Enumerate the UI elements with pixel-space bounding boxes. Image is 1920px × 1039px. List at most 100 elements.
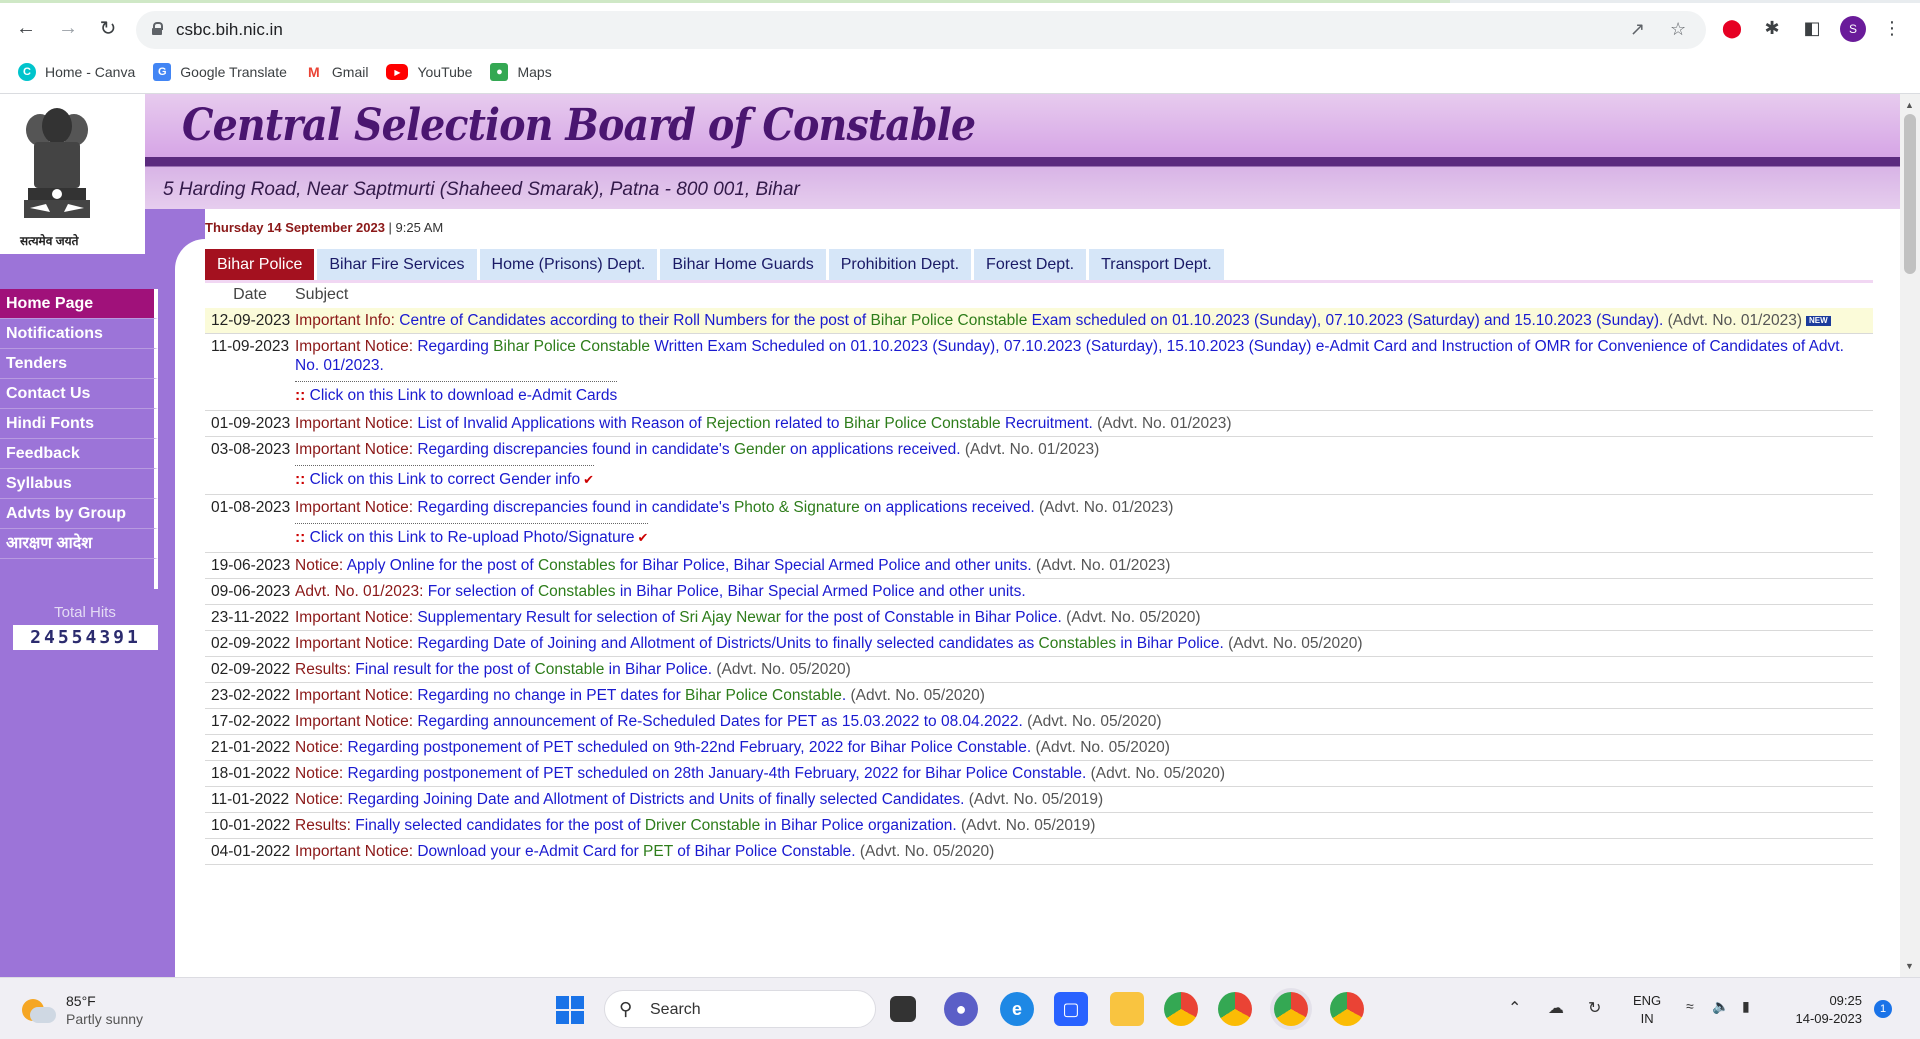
link-text[interactable]: List of Invalid Applications with Reason… — [413, 415, 706, 432]
notification-link[interactable]: Regarding Joining Date and Allotment of … — [343, 791, 965, 808]
page-scrollbar[interactable]: ▲ ▼ — [1900, 94, 1920, 977]
link-text[interactable]: For selection of — [423, 583, 538, 600]
sidebar-item-3[interactable]: Contact Us — [0, 379, 158, 409]
notification-link[interactable]: For selection of Constables in Bihar Pol… — [423, 583, 1026, 600]
system-clock[interactable]: 09:25 14-09-2023 — [1780, 992, 1863, 1028]
link-text[interactable]: Regarding postponement of PET scheduled … — [343, 739, 1032, 756]
microsoft-store-icon[interactable]: ▢ — [1054, 992, 1088, 1026]
wifi-icon[interactable]: ≈ — [1686, 998, 1694, 1014]
highlight-keyword[interactable]: Gender — [734, 441, 786, 458]
link-text[interactable]: Download your e-Admit Card for — [413, 843, 643, 860]
forward-arrow-icon[interactable]: → — [52, 12, 84, 44]
opera-extension-icon[interactable]: ⬤ — [1720, 16, 1744, 40]
highlight-keyword[interactable]: Bihar Police Constable — [493, 338, 650, 355]
sidebar-item-6[interactable]: Syllabus — [0, 469, 158, 499]
link-text[interactable]: Regarding Date of Joining and Allotment … — [413, 635, 1039, 652]
link-text[interactable]: on applications received. — [860, 499, 1035, 516]
link-text[interactable]: Regarding Joining Date and Allotment of … — [343, 791, 965, 808]
notification-link[interactable]: Regarding postponement of PET scheduled … — [343, 739, 1032, 756]
highlight-keyword[interactable]: Constables — [538, 583, 616, 600]
link-text[interactable]: in Bihar Police. — [1116, 635, 1223, 652]
share-icon[interactable]: ↗ — [1630, 19, 1645, 40]
tab-3[interactable]: Bihar Home Guards — [660, 249, 826, 280]
highlight-keyword[interactable]: Bihar Police Constable — [844, 415, 1001, 432]
profile-avatar[interactable]: S — [1840, 16, 1866, 42]
sub-link[interactable]: Click on this Link to correct Gender inf… — [310, 471, 581, 488]
side-panel-icon[interactable]: ◧ — [1800, 16, 1824, 40]
highlight-keyword[interactable]: Constables — [1039, 635, 1117, 652]
tab-2[interactable]: Home (Prisons) Dept. — [479, 249, 658, 280]
chrome-profile-2-icon[interactable] — [1218, 992, 1252, 1026]
scroll-up-arrow-icon[interactable]: ▲ — [1905, 100, 1914, 110]
link-text[interactable]: of Bihar Police Constable. — [673, 843, 855, 860]
notification-badge[interactable]: 1 — [1874, 1000, 1892, 1018]
sub-link[interactable]: Click on this Link to Re-upload Photo/Si… — [310, 529, 635, 546]
taskbar-search[interactable]: ⚲ Search — [604, 990, 876, 1028]
task-view-icon[interactable] — [890, 996, 916, 1022]
tab-5[interactable]: Forest Dept. — [974, 249, 1087, 280]
edge-browser-icon[interactable]: e — [1000, 992, 1034, 1026]
link-text[interactable]: Centre of Candidates according to their … — [395, 312, 871, 329]
link-text[interactable]: Exam scheduled on 01.10.2023 (Sunday), 0… — [1027, 312, 1664, 329]
link-text[interactable]: for the post of Constable in Bihar Polic… — [781, 609, 1062, 626]
link-text[interactable]: Regarding discrepancies found in candida… — [413, 499, 734, 516]
highlight-keyword[interactable]: Constables — [538, 557, 616, 574]
reload-icon[interactable]: ↻ — [92, 12, 124, 44]
link-text[interactable]: Final result for the post of — [351, 661, 535, 678]
tray-chevron-up-icon[interactable]: ⌃ — [1508, 998, 1521, 1018]
link-text[interactable]: Supplementary Result for selection of — [413, 609, 679, 626]
notification-link[interactable]: Regarding announcement of Re-Scheduled D… — [413, 713, 1023, 730]
sidebar-item-4[interactable]: Hindi Fonts — [0, 409, 158, 439]
language-indicator[interactable]: ENG IN — [1633, 992, 1661, 1028]
link-text[interactable]: in Bihar Police organization. — [760, 817, 957, 834]
sidebar-item-8[interactable]: आरक्षण आदेश — [0, 529, 158, 559]
scrollbar-thumb[interactable] — [1904, 114, 1916, 274]
link-text[interactable]: Finally selected candidates for the post… — [351, 817, 645, 834]
chrome-profile-4-icon[interactable] — [1330, 992, 1364, 1026]
notification-link[interactable]: Regarding discrepancies found in candida… — [413, 441, 960, 458]
link-text[interactable]: related to — [771, 415, 844, 432]
onedrive-cloud-icon[interactable]: ☁ — [1548, 998, 1564, 1018]
kebab-menu-icon[interactable]: ⋮ — [1880, 16, 1904, 40]
sidebar-item-2[interactable]: Tenders — [0, 349, 158, 379]
notification-link[interactable]: Regarding postponement of PET scheduled … — [343, 765, 1087, 782]
link-text[interactable]: Regarding postponement of PET scheduled … — [343, 765, 1087, 782]
notification-link[interactable]: Regarding Date of Joining and Allotment … — [413, 635, 1223, 652]
scroll-down-arrow-icon[interactable]: ▼ — [1905, 961, 1914, 971]
notification-link[interactable]: Finally selected candidates for the post… — [351, 817, 957, 834]
bookmark-google-translate[interactable]: G Google Translate — [153, 60, 287, 84]
address-bar[interactable]: csbc.bih.nic.in ↗ ☆ — [136, 11, 1706, 49]
bookmark-canva[interactable]: C Home - Canva — [18, 60, 135, 84]
notification-link[interactable]: Final result for the post of Constable i… — [351, 661, 712, 678]
link-text[interactable]: Recruitment. — [1001, 415, 1093, 432]
link-text[interactable]: Regarding — [413, 338, 493, 355]
sidebar-item-7[interactable]: Advts by Group — [0, 499, 158, 529]
highlight-keyword[interactable]: Photo & Signature — [734, 499, 860, 516]
notification-link[interactable]: Centre of Candidates according to their … — [395, 312, 1663, 329]
highlight-keyword[interactable]: PET — [643, 843, 673, 860]
extensions-puzzle-icon[interactable]: ✱ — [1760, 16, 1784, 40]
link-text[interactable]: for Bihar Police, Bihar Special Armed Po… — [616, 557, 1032, 574]
notification-link[interactable]: Regarding Bihar Police Constable Written… — [295, 338, 1844, 374]
bookmark-youtube[interactable]: ▶ YouTube — [386, 60, 472, 84]
bookmark-star-icon[interactable]: ☆ — [1670, 19, 1686, 40]
bookmark-maps[interactable]: ● Maps — [490, 60, 552, 84]
file-explorer-icon[interactable] — [1110, 992, 1144, 1026]
chrome-active-icon[interactable] — [1274, 992, 1308, 1026]
notification-link[interactable]: Download your e-Admit Card for PET of Bi… — [413, 843, 855, 860]
notification-link[interactable]: List of Invalid Applications with Reason… — [413, 415, 1093, 432]
tab-4[interactable]: Prohibition Dept. — [828, 249, 972, 280]
link-text[interactable]: Regarding discrepancies found in candida… — [413, 441, 734, 458]
volume-icon[interactable]: 🔈 — [1712, 998, 1729, 1015]
notification-link[interactable]: Supplementary Result for selection of Sr… — [413, 609, 1062, 626]
teams-chat-icon[interactable]: ● — [944, 992, 978, 1026]
tab-6[interactable]: Transport Dept. — [1089, 249, 1224, 280]
notification-link[interactable]: Apply Online for the post of Constables … — [343, 557, 1032, 574]
sub-link[interactable]: Click on this Link to download e-Admit C… — [310, 387, 618, 404]
link-text[interactable]: in Bihar Police, Bihar Special Armed Pol… — [616, 583, 1026, 600]
tab-1[interactable]: Bihar Fire Services — [317, 249, 477, 280]
highlight-keyword[interactable]: Driver Constable — [645, 817, 760, 834]
weather-widget[interactable]: 85°F Partly sunny — [22, 992, 143, 1028]
link-text[interactable]: in Bihar Police. — [604, 661, 712, 678]
highlight-keyword[interactable]: Rejection — [706, 415, 771, 432]
